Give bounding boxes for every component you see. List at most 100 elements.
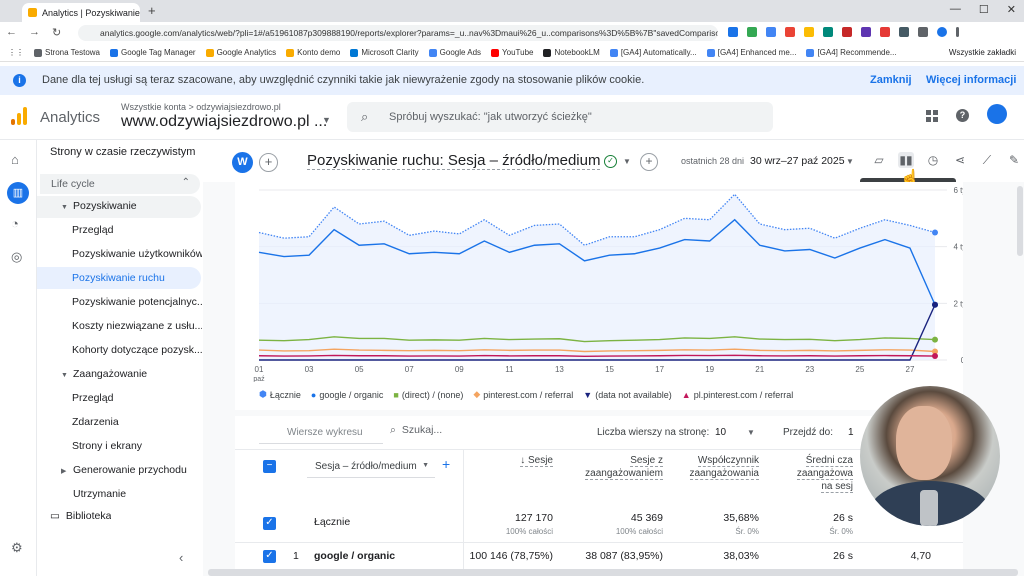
- sidebar-item-acquisition-sub[interactable]: Przegląd: [72, 224, 202, 236]
- extension-icon[interactable]: [861, 27, 871, 37]
- reports-icon[interactable]: ▥: [7, 182, 29, 204]
- column-header[interactable]: Średni cza zaangażowa na sesj: [796, 454, 853, 493]
- bookmark-item[interactable]: Konto demo: [286, 48, 340, 57]
- extension-icon[interactable]: [842, 27, 852, 37]
- bookmark-item[interactable]: [GA4] Automatically...: [609, 48, 697, 57]
- row-label[interactable]: google / organic: [314, 550, 395, 562]
- edit-pencil-icon[interactable]: ✎: [1006, 152, 1022, 168]
- apps-icon[interactable]: ⋮⋮: [8, 48, 24, 57]
- bookmark-item[interactable]: Microsoft Clarity: [350, 48, 419, 57]
- legend-item[interactable]: ▲ pl.pinterest.com / referral: [682, 389, 793, 400]
- collapse-sidebar-icon[interactable]: ‹: [179, 550, 183, 565]
- property-selector[interactable]: www.odzywiajsiezdrowo.pl ...: [121, 113, 327, 131]
- report-title[interactable]: Pozyskiwanie ruchu: Sesja – źródło/mediu…: [307, 152, 601, 170]
- comparison-chip[interactable]: W: [232, 152, 253, 173]
- extension-icon[interactable]: [823, 27, 833, 37]
- horizontal-scrollbar[interactable]: [208, 569, 1018, 576]
- extension-icon[interactable]: [747, 27, 757, 37]
- extension-icon[interactable]: [766, 27, 776, 37]
- trend-icon[interactable]: ⟋: [979, 152, 995, 168]
- vertical-scrollbar[interactable]: [1017, 186, 1023, 256]
- legend-item[interactable]: ⬢ Łącznie: [259, 389, 301, 400]
- advertising-icon[interactable]: ◎: [11, 249, 22, 265]
- chevron-up-icon[interactable]: ⌃: [182, 177, 190, 188]
- dimension-selector[interactable]: Sesja – źródło/medium ▼: [307, 456, 435, 478]
- sidebar-item-acquisition-sub[interactable]: Koszty niezwiązane z usłu...: [72, 320, 202, 332]
- account-breadcrumb[interactable]: Wszystkie konta > odzywiajsiezdrowo.pl: [121, 102, 281, 112]
- column-header[interactable]: Sesje z zaangażowaniem: [585, 454, 663, 480]
- help-icon[interactable]: ?: [956, 109, 969, 122]
- extension-icon[interactable]: [804, 27, 814, 37]
- sidebar-item-engagement-sub[interactable]: Zdarzenia: [72, 416, 202, 428]
- all-bookmarks[interactable]: Wszystkie zakładki: [949, 48, 1016, 57]
- explore-icon[interactable]: ◔: [11, 216, 19, 231]
- bookmark-item[interactable]: Google Analytics: [205, 48, 276, 57]
- rows-per-page-select[interactable]: 10: [715, 427, 726, 438]
- bookmark-item[interactable]: YouTube: [491, 48, 533, 57]
- bookmark-item[interactable]: Google Tag Manager: [110, 48, 196, 57]
- product-name[interactable]: Analytics: [40, 109, 100, 126]
- bookmark-item[interactable]: [GA4] Recommende...: [806, 48, 897, 57]
- close-window-icon[interactable]: ✕: [1007, 3, 1016, 16]
- sidebar-item-acquisition-sub[interactable]: Kohorty dotyczące pozysk...: [72, 344, 202, 356]
- chevron-down-icon[interactable]: ▼: [623, 157, 631, 166]
- extension-icon[interactable]: [880, 27, 890, 37]
- row-checkbox[interactable]: ✓: [263, 550, 276, 563]
- home-icon[interactable]: ⌂: [11, 152, 19, 167]
- extension-icon[interactable]: [785, 27, 795, 37]
- apps-grid-icon[interactable]: [926, 109, 938, 122]
- note-icon[interactable]: ▱: [871, 152, 887, 168]
- forward-icon[interactable]: →: [29, 26, 40, 39]
- sidebar-item-engagement-sub[interactable]: Przegląd: [72, 392, 202, 404]
- column-header[interactable]: ↓ Sesje: [520, 454, 553, 467]
- sidebar-item-acquisition-sub[interactable]: Pozyskiwanie potencjalnyc...: [72, 296, 202, 308]
- add-comparison-icon[interactable]: +: [259, 153, 278, 172]
- bookmark-item[interactable]: Google Ads: [428, 48, 481, 57]
- line-chart[interactable]: 0 2 tys. 4 tys. 6 tys. 01 03 05 07 09 11 13 15 17 19 2…: [235, 182, 963, 382]
- url-field[interactable]: analytics.google.com/analytics/web/?pli=…: [78, 25, 718, 41]
- chart-rows-field[interactable]: Wiersze wykresu: [259, 424, 383, 444]
- minimize-icon[interactable]: —: [950, 3, 961, 16]
- extension-icon[interactable]: [899, 27, 909, 37]
- sidebar-item-acquisition-sub[interactable]: Pozyskiwanie użytkowników: [72, 248, 202, 260]
- dismiss-button[interactable]: Zamknij: [870, 74, 912, 86]
- totals-checkbox[interactable]: ✓: [263, 517, 276, 530]
- sidebar-item-engagement[interactable]: ▼ Zaangażowanie: [61, 368, 201, 380]
- goto-input[interactable]: 1: [848, 427, 854, 438]
- add-dimension-icon[interactable]: +: [442, 456, 450, 472]
- bookmark-item[interactable]: Strona Testowa: [34, 48, 100, 57]
- legend-item[interactable]: ■ (direct) / (none): [393, 389, 463, 400]
- share-icon[interactable]: ⋖: [952, 152, 968, 168]
- browser-tab[interactable]: Analytics | Pozyskiwanie ruchu ×: [22, 3, 140, 22]
- sidebar-item-acquisition[interactable]: ▼ Pozyskiwanie: [61, 200, 201, 212]
- date-range-value[interactable]: 30 wrz–27 paź 2025: [750, 155, 845, 167]
- analytics-logo-icon[interactable]: [11, 107, 27, 125]
- column-header[interactable]: Współczynnik zaangażowania: [689, 454, 759, 480]
- new-tab-icon[interactable]: +: [148, 3, 156, 18]
- chevron-down-icon[interactable]: ▼: [846, 157, 854, 166]
- chevron-down-icon[interactable]: ▼: [747, 428, 755, 437]
- sidebar-item-retention[interactable]: Utrzymanie: [61, 488, 201, 500]
- more-info-link[interactable]: Więcej informacji: [926, 74, 1016, 86]
- maximize-icon[interactable]: ☐: [979, 3, 989, 16]
- search-box[interactable]: ⌕ Spróbuj wyszukać: "jak utworzyć ścieżk…: [347, 102, 773, 132]
- menu-kebab-icon[interactable]: [956, 27, 959, 37]
- sidebar-item-library[interactable]: ▭ Biblioteka: [50, 510, 111, 522]
- legend-item[interactable]: ▼ (data not available): [583, 389, 671, 400]
- settings-gear-icon[interactable]: ⚙: [11, 540, 23, 556]
- sidebar-section-lifecycle[interactable]: Life cycle ⌃: [40, 174, 200, 194]
- legend-item[interactable]: ◆ pinterest.com / referral: [473, 389, 573, 400]
- puzzle-icon[interactable]: [918, 27, 928, 37]
- account-avatar[interactable]: [987, 104, 1007, 124]
- sidebar-item-realtime[interactable]: Strony w czasie rzeczywistym: [50, 146, 195, 158]
- reload-icon[interactable]: ↻: [52, 26, 61, 39]
- chevron-down-icon[interactable]: ▼: [322, 115, 331, 125]
- table-search[interactable]: ⌕ Szukaj...: [390, 424, 442, 437]
- insights-icon[interactable]: ◷: [925, 152, 941, 168]
- sidebar-item-acquisition-sub[interactable]: Pozyskiwanie ruchu: [72, 272, 202, 284]
- sidebar-item-monetization[interactable]: ▶ Generowanie przychodu: [61, 464, 201, 476]
- bookmark-item[interactable]: [GA4] Enhanced me...: [706, 48, 796, 57]
- select-all-checkbox[interactable]: −: [263, 460, 276, 473]
- legend-item[interactable]: ● google / organic: [311, 389, 383, 400]
- profile-icon[interactable]: [937, 27, 947, 37]
